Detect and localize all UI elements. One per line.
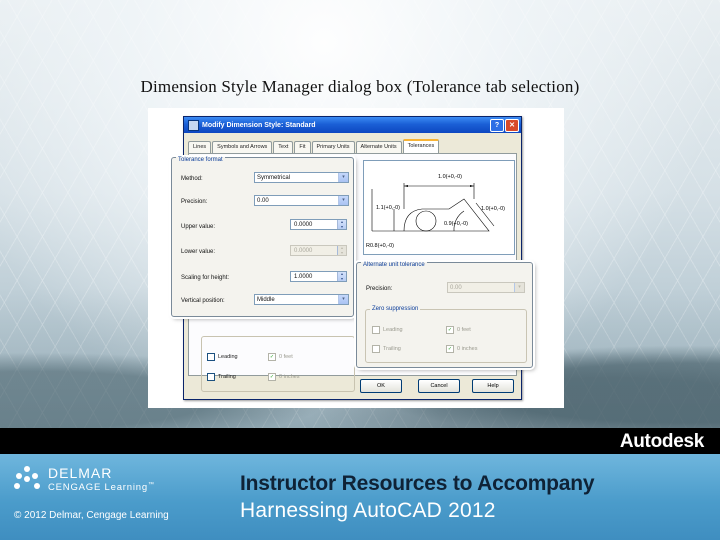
checkbox[interactable] xyxy=(207,373,215,381)
zero-suppression-group-back: Leading ✓ 0 feet Trailing ✓ 0 inches xyxy=(201,336,355,392)
cancel-button[interactable]: Cancel xyxy=(418,379,460,393)
alternate-unit-tolerance-callout: Alternate unit tolerance Precision: 0.00… xyxy=(356,262,533,368)
back-leading-row[interactable]: Leading xyxy=(207,353,238,361)
tolerance-format-callout: Tolerance format Method: Symmetrical ▾ P… xyxy=(171,157,354,317)
tab-lines[interactable]: Lines xyxy=(188,141,212,153)
checkbox[interactable] xyxy=(372,326,380,334)
chevron-down-icon[interactable]: ▾ xyxy=(338,295,348,304)
dialog-title: Modify Dimension Style: Standard xyxy=(202,121,316,129)
check-icon: ✓ xyxy=(268,373,276,381)
trademark-symbol: ™ xyxy=(147,482,155,488)
back-inches-label: 0 inches xyxy=(279,374,300,380)
check-icon: ✓ xyxy=(446,345,454,353)
preview-label-radius: R0.8(+0,-0) xyxy=(366,243,394,249)
alt-precision-label: Precision: xyxy=(366,286,393,292)
tab-text[interactable]: Text xyxy=(273,141,294,153)
banner-subheadline: Harnessing AutoCAD 2012 xyxy=(240,499,496,522)
lower-value-stepper[interactable]: 0.0000 ▴ ▾ xyxy=(290,245,347,256)
alternate-unit-tolerance-legend: Alternate unit tolerance xyxy=(361,262,427,268)
alt-leading-label: Leading xyxy=(383,327,403,333)
tab-fit[interactable]: Fit xyxy=(294,141,311,153)
method-label: Method: xyxy=(181,176,203,182)
preview-label-top: 1.0(+0,-0) xyxy=(438,174,462,180)
zero-suppression-group: Zero suppression Leading ✓ 0 feet Traili… xyxy=(365,306,527,363)
method-value: Symmetrical xyxy=(257,175,291,181)
checkbox[interactable] xyxy=(372,345,380,353)
spin-arrows-icon[interactable]: ▴ ▾ xyxy=(337,219,346,229)
check-icon: ✓ xyxy=(446,326,454,334)
precision-select[interactable]: 0.00 ▾ xyxy=(254,195,349,206)
method-select[interactable]: Symmetrical ▾ xyxy=(254,172,349,183)
banner-headline: Instructor Resources to Accompany xyxy=(240,472,595,495)
back-trailing-row[interactable]: Trailing xyxy=(207,373,236,381)
alt-precision-select[interactable]: 0.00 ▾ xyxy=(447,282,525,293)
publisher-name: DELMAR xyxy=(48,465,113,481)
upper-value: 0.0000 xyxy=(294,222,313,228)
autodesk-logo: Autodesk xyxy=(619,431,704,452)
upper-value-stepper[interactable]: 0.0000 ▴ ▾ xyxy=(290,219,347,230)
scaling-for-height-value: 1.0000 xyxy=(294,274,313,280)
alt-inches-label: 0 inches xyxy=(457,346,478,352)
copyright-notice: © 2012 Delmar, Cengage Learning xyxy=(14,510,169,521)
back-feet-label: 0 feet xyxy=(279,354,293,360)
help-button[interactable]: Help xyxy=(472,379,514,393)
spin-down-icon[interactable]: ▾ xyxy=(341,250,343,255)
zero-suppression-legend: Zero suppression xyxy=(370,306,421,312)
chevron-down-icon[interactable]: ▾ xyxy=(338,196,348,205)
preview-label-right: 1.0(+0,-0) xyxy=(481,206,505,212)
chevron-down-icon[interactable]: ▾ xyxy=(338,173,348,182)
alt-feet-label: 0 feet xyxy=(457,327,471,333)
back-feet-row[interactable]: ✓ 0 feet xyxy=(268,353,293,361)
back-inches-row[interactable]: ✓ 0 inches xyxy=(268,373,300,381)
tab-alternate-units[interactable]: Alternate Units xyxy=(355,141,402,153)
upper-value-label: Upper value: xyxy=(181,224,216,230)
lower-value-label: Lower value: xyxy=(181,249,216,255)
spin-down-icon[interactable]: ▾ xyxy=(341,224,343,229)
slide-title: Dimension Style Manager dialog box (Tole… xyxy=(140,77,580,96)
check-icon: ✓ xyxy=(268,353,276,361)
back-trailing-label: Trailing xyxy=(218,374,236,380)
tab-symbols-and-arrows[interactable]: Symbols and Arrows xyxy=(212,141,273,153)
scaling-for-height-label: Scaling for height: xyxy=(181,275,230,281)
preview-label-angle: 0.9(+0,-0) xyxy=(444,221,468,227)
checkbox[interactable] xyxy=(207,353,215,361)
vertical-position-value: Middle xyxy=(257,297,275,303)
app-icon xyxy=(188,119,199,131)
scaling-for-height-stepper[interactable]: 1.0000 ▴ ▾ xyxy=(290,271,347,282)
ok-button[interactable]: OK xyxy=(360,379,402,393)
publisher-sub-text: CENGAGE Learning xyxy=(48,482,148,493)
vertical-position-select[interactable]: Middle ▾ xyxy=(254,294,349,305)
help-icon[interactable]: ? xyxy=(490,119,504,132)
tab-tolerances[interactable]: Tolerances xyxy=(402,139,440,154)
precision-value: 0.00 xyxy=(257,198,269,204)
preview-label-left: 1.1(+0,-0) xyxy=(376,205,400,211)
close-icon[interactable]: ✕ xyxy=(505,119,519,132)
dialog-titlebar: Modify Dimension Style: Standard ? ✕ xyxy=(184,117,521,133)
tab-primary-units[interactable]: Primary Units xyxy=(311,141,355,153)
delmar-logo-icon xyxy=(14,466,40,492)
brand-bar: Autodesk xyxy=(0,428,720,454)
spin-arrows-icon[interactable]: ▴ ▾ xyxy=(337,271,346,281)
publisher-subname: CENGAGE Learning™ xyxy=(48,482,155,493)
alt-inches-row[interactable]: ✓ 0 inches xyxy=(446,345,478,353)
back-leading-label: Leading xyxy=(218,354,238,360)
alt-feet-row[interactable]: ✓ 0 feet xyxy=(446,326,471,334)
lower-value: 0.0000 xyxy=(294,248,313,254)
precision-label: Precision: xyxy=(181,199,208,205)
alt-trailing-label: Trailing xyxy=(383,346,401,352)
alt-leading-row[interactable]: Leading xyxy=(372,326,403,334)
spin-down-icon[interactable]: ▾ xyxy=(341,276,343,281)
tolerance-format-legend: Tolerance format xyxy=(176,157,225,163)
alt-precision-value: 0.00 xyxy=(450,285,462,291)
chevron-down-icon[interactable]: ▾ xyxy=(514,283,524,292)
spin-arrows-icon[interactable]: ▴ ▾ xyxy=(337,245,346,255)
vertical-position-label: Vertical position: xyxy=(181,298,225,304)
alt-trailing-row[interactable]: Trailing xyxy=(372,345,401,353)
publisher-banner: DELMAR CENGAGE Learning™ © 2012 Delmar, … xyxy=(0,454,720,540)
dimension-preview: 1.0(+0,-0) 1.1(+0,-0) 1.0(+0,-0) 0.9(+0,… xyxy=(363,160,515,255)
